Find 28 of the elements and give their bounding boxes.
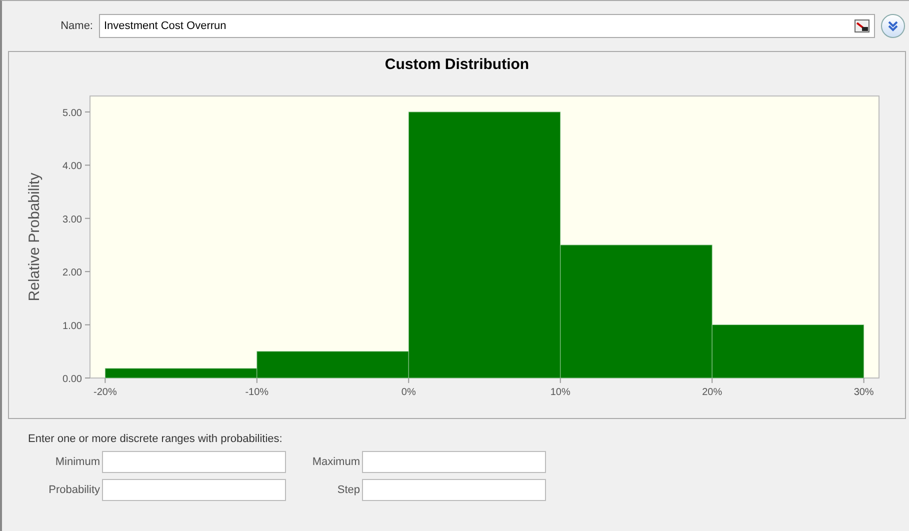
x-tick-label: 20%: [702, 387, 722, 398]
chart-edit-icon[interactable]: [854, 19, 870, 33]
field-label: Maximum: [311, 456, 360, 468]
field-label: Probability: [48, 484, 100, 496]
input-field[interactable]: [362, 451, 546, 473]
y-tick-label: 3.00: [62, 214, 82, 226]
double-chevron-down-icon: [886, 19, 900, 33]
name-field[interactable]: Investment Cost Overrun: [99, 14, 875, 38]
input-field[interactable]: [362, 479, 546, 501]
input-field[interactable]: [102, 451, 286, 473]
field-label: Minimum: [54, 456, 100, 468]
x-tick-label: 10%: [550, 387, 570, 398]
input-field[interactable]: [102, 479, 286, 501]
x-tick-label: -20%: [94, 387, 117, 398]
y-tick-label: 0.00: [62, 374, 82, 385]
field-label: Step: [336, 484, 360, 496]
y-tick-label: 1.00: [62, 320, 82, 332]
name-label: Name:: [60, 20, 93, 32]
y-tick-label: 4.00: [62, 161, 82, 172]
x-tick-label: 0%: [401, 387, 416, 398]
chart-title: Custom Distribution: [384, 55, 530, 75]
y-tick-label: 2.00: [62, 268, 82, 279]
x-tick-label: -10%: [245, 387, 269, 398]
y-axis-title: Relative Probability: [26, 172, 43, 302]
x-tick-label: 30%: [854, 387, 874, 398]
instruction-text: Enter one or more discrete ranges with probabilities:: [28, 433, 284, 445]
y-tick-label: 5.00: [62, 108, 82, 119]
expand-button[interactable]: [881, 14, 905, 38]
